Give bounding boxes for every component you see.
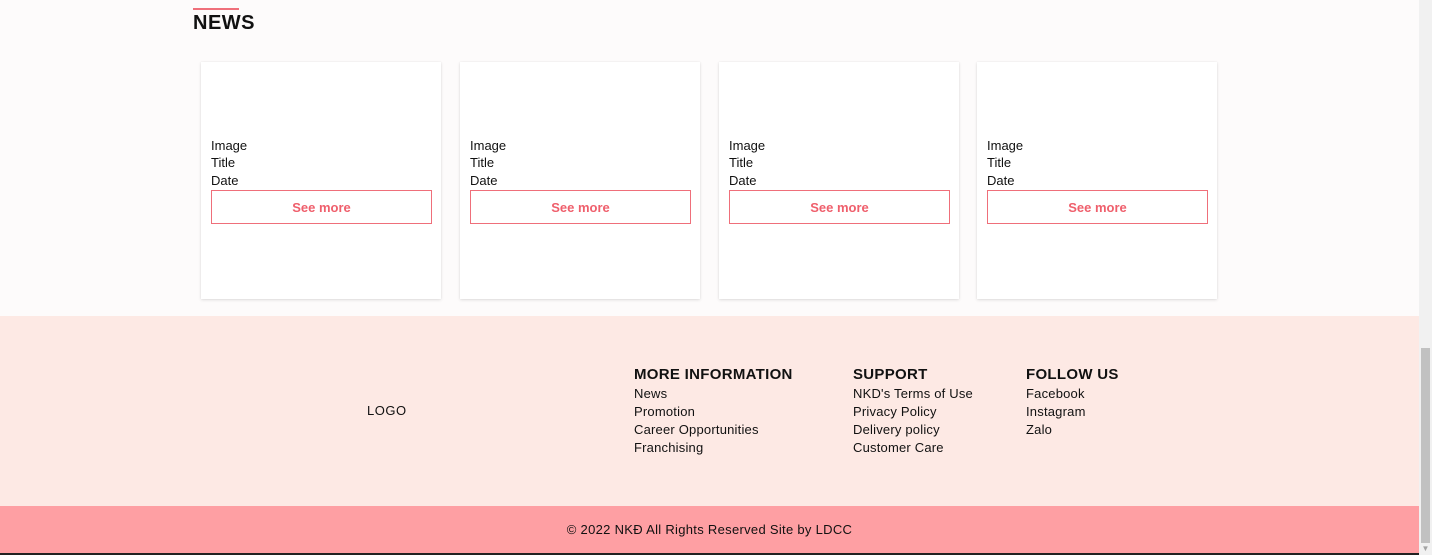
news-card-image: Image bbox=[470, 138, 507, 153]
vertical-scrollbar[interactable]: ▼ bbox=[1419, 0, 1432, 555]
news-card[interactable]: Image Title Date See more bbox=[719, 62, 959, 299]
news-card-image: Image bbox=[729, 138, 766, 153]
news-title-accent-bar bbox=[193, 8, 239, 10]
footer-heading-support: SUPPORT bbox=[853, 366, 928, 383]
footer-link-career-opportunities[interactable]: Career Opportunities bbox=[634, 421, 793, 439]
footer-link-facebook[interactable]: Facebook bbox=[1026, 385, 1119, 403]
copyright-bar: © 2022 NKĐ All Rights Reserved Site by L… bbox=[0, 506, 1419, 553]
news-card-image: Image bbox=[211, 138, 248, 153]
footer-link-instagram[interactable]: Instagram bbox=[1026, 403, 1119, 421]
scrollbar-thumb[interactable] bbox=[1421, 348, 1430, 543]
news-card-title: Title bbox=[729, 155, 754, 170]
copyright-text: © 2022 NKĐ All Rights Reserved Site by L… bbox=[566, 522, 853, 537]
news-card-image: Image bbox=[987, 138, 1024, 153]
page: NEWS Image Title Date See more Image Tit… bbox=[0, 0, 1432, 555]
footer-follow-us: FOLLOW US Facebook Instagram Zalo bbox=[1026, 366, 1119, 439]
footer-heading-more-information: MORE INFORMATION bbox=[634, 366, 793, 383]
news-card-title: Title bbox=[987, 155, 1012, 170]
see-more-button[interactable]: See more bbox=[470, 190, 691, 224]
news-card-date: Date bbox=[470, 173, 498, 188]
news-section: NEWS Image Title Date See more Image Tit… bbox=[0, 0, 1419, 316]
footer-support: SUPPORT NKD's Terms of Use Privacy Polic… bbox=[853, 366, 973, 457]
news-card[interactable]: Image Title Date See more bbox=[977, 62, 1217, 299]
news-card-date: Date bbox=[211, 173, 239, 188]
footer-more-information: MORE INFORMATION News Promotion Career O… bbox=[634, 366, 793, 457]
footer-link-delivery-policy[interactable]: Delivery policy bbox=[853, 421, 973, 439]
news-card-date: Date bbox=[987, 173, 1015, 188]
footer-link-news[interactable]: News bbox=[634, 385, 793, 403]
footer-link-terms-of-use[interactable]: NKD's Terms of Use bbox=[853, 385, 973, 403]
news-title: NEWS bbox=[193, 12, 255, 34]
footer-link-privacy-policy[interactable]: Privacy Policy bbox=[853, 403, 973, 421]
news-card-date: Date bbox=[729, 173, 757, 188]
footer: LOGO MORE INFORMATION News Promotion Car… bbox=[0, 316, 1419, 506]
footer-link-customer-care[interactable]: Customer Care bbox=[853, 439, 973, 457]
footer-link-zalo[interactable]: Zalo bbox=[1026, 421, 1119, 439]
footer-link-promotion[interactable]: Promotion bbox=[634, 403, 793, 421]
see-more-button[interactable]: See more bbox=[211, 190, 432, 224]
footer-logo[interactable]: LOGO bbox=[367, 403, 407, 418]
news-card-title: Title bbox=[211, 155, 236, 170]
news-card[interactable]: Image Title Date See more bbox=[460, 62, 700, 299]
footer-link-franchising[interactable]: Franchising bbox=[634, 439, 793, 457]
footer-heading-follow-us: FOLLOW US bbox=[1026, 366, 1119, 383]
see-more-button[interactable]: See more bbox=[987, 190, 1208, 224]
chevron-down-icon[interactable]: ▼ bbox=[1419, 543, 1432, 555]
news-card-title: Title bbox=[470, 155, 495, 170]
news-card[interactable]: Image Title Date See more bbox=[201, 62, 441, 299]
see-more-button[interactable]: See more bbox=[729, 190, 950, 224]
